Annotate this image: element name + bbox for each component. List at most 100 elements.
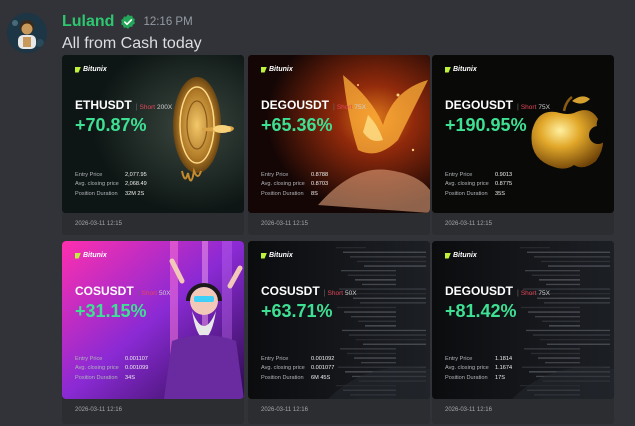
message-header: Luland 12:16 PM (62, 12, 193, 32)
trade-stats: Entry Price 0.001092 Avg. closing price 0.… (261, 355, 334, 383)
leverage: 75X (538, 104, 550, 111)
brand-name: Bitunix (269, 252, 293, 259)
bitunix-logo: Bitunix (75, 252, 107, 259)
avg-closing-label: Avg. closing price (75, 365, 119, 372)
avg-closing-label: Avg. closing price (261, 181, 305, 188)
image-attachments-grid: Bitunix ETHUSDT | Short 200X +70.87% Ent… (62, 55, 614, 426)
trade-stats: Entry Price 2,077.95 Avg. closing price 2,… (75, 171, 147, 199)
card-image[interactable]: Bitunix COSUSDT | Short 50X +31.15% Entr… (62, 241, 244, 399)
bitunix-mark-icon (445, 66, 451, 73)
brand-name: Bitunix (83, 252, 107, 259)
duration-label: Position Duration (445, 374, 488, 381)
entry-price-value: 1.1814 (495, 356, 513, 362)
duration-value: 6M 45S (311, 374, 331, 381)
entry-price-value: 0.8788 (311, 172, 329, 178)
duration-label: Position Duration (445, 190, 488, 197)
bitunix-mark-icon (261, 66, 267, 73)
card-date: 2026-03-11 12:15 (261, 221, 308, 227)
card-date: 2026-03-11 12:15 (75, 221, 122, 227)
avg-closing-label: Avg. closing price (445, 181, 489, 188)
bitunix-logo: Bitunix (445, 66, 477, 73)
pnl-share-card[interactable]: Bitunix DEGOUSDT | Short 75X +81.42% Ent… (432, 241, 614, 424)
pnl-share-card[interactable]: Bitunix DEGOUSDT | Short 75X +65.36% Ent… (248, 55, 430, 235)
bitunix-mark-icon (75, 252, 81, 259)
entry-price-label: Entry Price (445, 172, 473, 178)
leverage: 75X (538, 290, 550, 297)
position-side: Short (139, 104, 156, 111)
trade-stats: Entry Price 1.1814 Avg. closing price 1.16… (445, 355, 512, 383)
duration-label: Position Duration (75, 190, 118, 197)
duration-label: Position Duration (261, 374, 304, 381)
pnl-percent: +70.87% (75, 115, 147, 135)
avg-closing-value: 0.001077 (311, 365, 335, 372)
card-image[interactable]: Bitunix DEGOUSDT | Short 75X +190.95% En… (432, 55, 614, 213)
separator: | (517, 290, 519, 297)
card-date: 2026-03-11 12:15 (445, 221, 492, 227)
entry-price-value: 2,077.95 (125, 172, 147, 178)
trading-pair: COSUSDT (261, 284, 320, 298)
entry-price-label: Entry Price (445, 356, 473, 362)
separator: | (135, 104, 138, 111)
pnl-share-card[interactable]: Bitunix COSUSDT | Short 50X +63.71% Entr… (248, 241, 430, 424)
entry-price-label: Entry Price (75, 172, 103, 178)
bitunix-logo: Bitunix (445, 252, 477, 259)
position-side: Short (327, 290, 344, 297)
duration-label: Position Duration (261, 190, 304, 197)
bitunix-logo: Bitunix (261, 66, 293, 73)
user-avatar[interactable] (7, 13, 47, 53)
card-date: 2026-03-11 12:16 (445, 407, 492, 413)
leverage: 200X (157, 104, 173, 111)
pnl-share-card[interactable]: Bitunix COSUSDT | Short 50X +31.15% Entr… (62, 241, 244, 424)
pnl-percent: +31.15% (75, 301, 147, 321)
message-text: All from Cash today (62, 35, 202, 52)
trading-pair: COSUSDT (75, 284, 134, 298)
separator: | (323, 290, 326, 297)
trade-stats: Entry Price 0.8788 Avg. closing price 0.87… (261, 171, 328, 199)
brand-name: Bitunix (453, 66, 477, 73)
verified-badge-icon (121, 14, 136, 29)
position-side: Short (336, 104, 353, 111)
avg-closing-label: Avg. closing price (445, 365, 489, 372)
trading-pair: ETHUSDT (75, 98, 132, 112)
brand-name: Bitunix (83, 66, 107, 73)
duration-value: 17S (495, 374, 505, 381)
username[interactable]: Luland (62, 13, 114, 31)
trade-stats: Entry Price 0.9013 Avg. closing price 0.87… (445, 171, 512, 199)
leverage: 50X (159, 290, 171, 297)
avg-closing-value: 2,068.49 (125, 181, 147, 188)
separator: | (137, 290, 140, 297)
separator: | (333, 104, 335, 111)
bitunix-mark-icon (75, 66, 81, 73)
pnl-share-card[interactable]: Bitunix ETHUSDT | Short 200X +70.87% Ent… (62, 55, 244, 235)
separator: | (517, 104, 519, 111)
entry-price-value: 0.001107 (125, 356, 148, 362)
trading-pair: DEGOUSDT (261, 98, 330, 112)
card-image[interactable]: Bitunix DEGOUSDT | Short 75X +81.42% Ent… (432, 241, 614, 399)
position-side: Short (520, 290, 537, 297)
card-image[interactable]: Bitunix COSUSDT | Short 50X +63.71% Entr… (248, 241, 430, 399)
entry-price-label: Entry Price (75, 356, 103, 362)
duration-value: 35S (495, 190, 505, 197)
bitunix-mark-icon (445, 252, 451, 259)
bitunix-logo: Bitunix (75, 66, 107, 73)
avg-closing-label: Avg. closing price (75, 181, 119, 188)
message-timestamp: 12:16 PM (143, 16, 193, 28)
pnl-percent: +63.71% (261, 301, 333, 321)
card-image[interactable]: Bitunix ETHUSDT | Short 200X +70.87% Ent… (62, 55, 244, 213)
entry-price-value: 0.9013 (495, 172, 513, 178)
duration-value: 34S (125, 374, 135, 381)
card-image[interactable]: Bitunix DEGOUSDT | Short 75X +65.36% Ent… (248, 55, 430, 213)
brand-name: Bitunix (453, 252, 477, 259)
avg-closing-value: 0.8703 (311, 181, 329, 188)
leverage: 50X (345, 290, 357, 297)
trading-pair: DEGOUSDT (445, 284, 514, 298)
entry-price-label: Entry Price (261, 172, 289, 178)
brand-name: Bitunix (269, 66, 293, 73)
pnl-percent: +65.36% (261, 115, 333, 135)
entry-price-value: 0.001092 (311, 356, 335, 362)
position-side: Short (520, 104, 537, 111)
duration-label: Position Duration (75, 374, 118, 381)
pnl-percent: +81.42% (445, 301, 517, 321)
position-side: Short (141, 290, 158, 297)
pnl-share-card[interactable]: Bitunix DEGOUSDT | Short 75X +190.95% En… (432, 55, 614, 235)
